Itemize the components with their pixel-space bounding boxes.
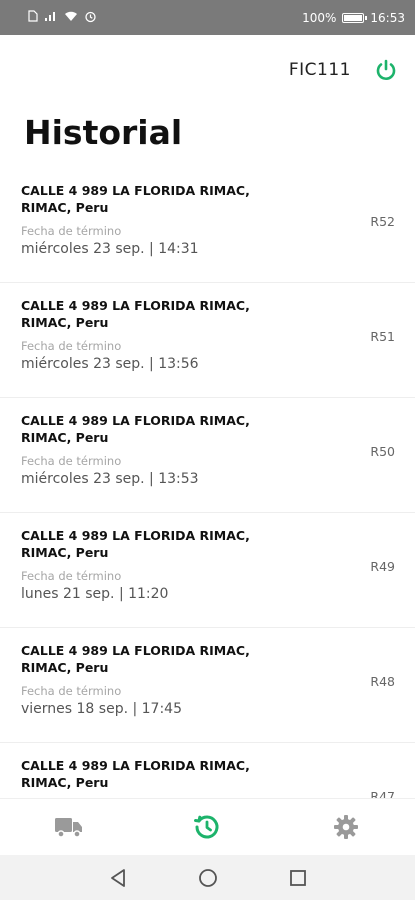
history-item[interactable]: CALLE 4 989 LA FLORIDA RIMAC, RIMAC, Per… xyxy=(0,628,415,743)
nav-routes-button[interactable] xyxy=(49,807,89,847)
history-item-end-date: miércoles 23 sep. | 13:56 xyxy=(21,356,199,372)
recents-icon xyxy=(289,869,306,886)
history-item-end-label: Fecha de término xyxy=(21,684,122,698)
history-item-address: CALLE 4 989 LA FLORIDA RIMAC, RIMAC, Per… xyxy=(21,413,250,445)
history-item-route: R48 xyxy=(370,674,395,689)
history-item-end-label: Fecha de término xyxy=(21,339,122,353)
history-item-end-date: miércoles 23 sep. | 14:31 xyxy=(21,241,199,257)
user-code: FIC111 xyxy=(288,60,351,80)
history-item[interactable]: CALLE 4 989 LA FLORIDA RIMAC, RIMAC, Per… xyxy=(0,283,415,398)
history-item-address: CALLE 4 989 LA FLORIDA RIMAC, RIMAC, Per… xyxy=(21,643,250,675)
home-icon xyxy=(198,868,217,887)
gear-icon xyxy=(333,815,358,839)
history-item-route: R47 xyxy=(370,789,395,798)
history-item-end-label: Fecha de término xyxy=(21,454,122,468)
status-time: 16:53 xyxy=(370,10,405,25)
back-icon xyxy=(110,868,125,887)
history-item-address: CALLE 4 989 LA FLORIDA RIMAC, RIMAC, Per… xyxy=(21,183,250,215)
history-item-end-date: lunes 21 sep. | 11:20 xyxy=(21,586,169,602)
signal-icon xyxy=(44,10,58,25)
history-item-route: R49 xyxy=(370,559,395,574)
back-button[interactable] xyxy=(106,866,130,890)
truck-icon xyxy=(55,818,83,838)
history-item-route: R52 xyxy=(370,214,395,229)
system-nav xyxy=(0,855,415,900)
history-item[interactable]: CALLE 4 989 LA FLORIDA RIMAC, RIMAC, Per… xyxy=(0,513,415,628)
nav-history-button[interactable] xyxy=(187,807,227,847)
status-icons-right: 100% 16:53 xyxy=(302,11,405,25)
history-item-route: R50 xyxy=(370,444,395,459)
history-item-end-label: Fecha de término xyxy=(21,224,122,238)
power-icon xyxy=(376,59,396,80)
status-icons-left xyxy=(28,10,97,26)
home-button[interactable] xyxy=(196,866,220,890)
status-bar: 100% 16:53 xyxy=(0,0,415,35)
wifi-icon xyxy=(64,10,78,25)
history-item-address: CALLE 4 989 LA FLORIDA RIMAC, RIMAC, Per… xyxy=(21,758,250,790)
app-header: FIC111 xyxy=(0,35,415,105)
history-list[interactable]: CALLE 4 989 LA FLORIDA RIMAC, RIMAC, Per… xyxy=(0,168,415,798)
history-item-end-date: miércoles 23 sep. | 13:53 xyxy=(21,471,199,487)
history-item-route: R51 xyxy=(370,329,395,344)
battery-percent: 100% xyxy=(302,10,337,25)
history-item-address: CALLE 4 989 LA FLORIDA RIMAC, RIMAC, Per… xyxy=(21,298,250,330)
history-item[interactable]: CALLE 4 989 LA FLORIDA RIMAC, RIMAC, Per… xyxy=(0,398,415,513)
page-title: Historial xyxy=(24,113,183,152)
power-button[interactable] xyxy=(373,57,399,83)
history-item-address: CALLE 4 989 LA FLORIDA RIMAC, RIMAC, Per… xyxy=(21,528,250,560)
battery-icon xyxy=(342,12,368,23)
nav-settings-button[interactable] xyxy=(326,807,366,847)
history-item[interactable]: CALLE 4 989 LA FLORIDA RIMAC, RIMAC, Per… xyxy=(0,168,415,283)
history-icon xyxy=(194,815,219,839)
history-item-end-date: viernes 18 sep. | 17:45 xyxy=(21,701,182,717)
history-item[interactable]: CALLE 4 989 LA FLORIDA RIMAC, RIMAC, Per… xyxy=(0,743,415,798)
bottom-nav xyxy=(0,798,415,855)
recents-button[interactable] xyxy=(286,866,310,890)
alarm-icon xyxy=(84,10,97,26)
history-item-end-label: Fecha de término xyxy=(21,569,122,583)
sim-icon xyxy=(28,10,38,25)
